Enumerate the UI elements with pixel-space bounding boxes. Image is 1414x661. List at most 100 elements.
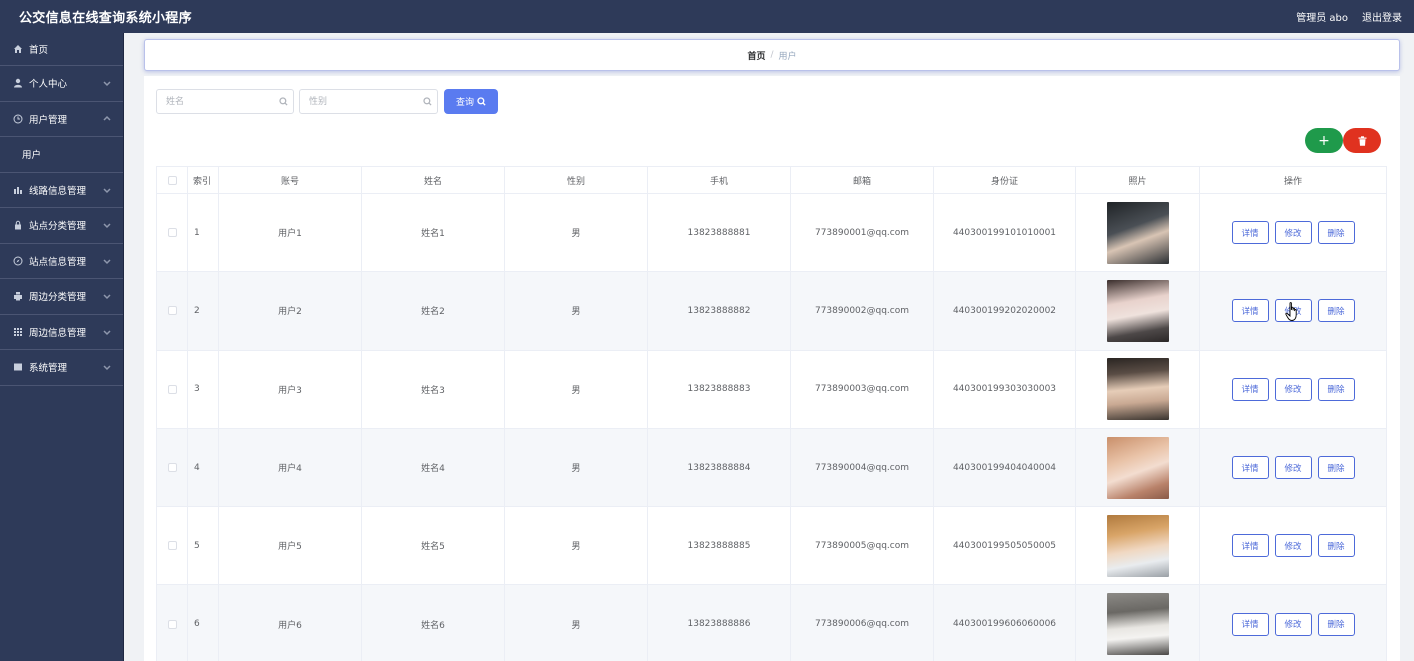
delete-button[interactable]: 删除: [1317, 377, 1355, 401]
detail-button[interactable]: 详情: [1231, 377, 1269, 401]
row-checkbox[interactable]: [167, 306, 177, 316]
breadcrumb-home[interactable]: 首页: [747, 49, 765, 62]
user-table: 索引 账号 姓名 性别 手机 邮箱 身份证 照片 操作 1 用户1 姓名1 男 …: [156, 166, 1387, 661]
cell-id-card: 440300199202020002: [934, 272, 1076, 350]
user-photo[interactable]: [1106, 514, 1169, 577]
user-photo[interactable]: [1106, 201, 1169, 264]
sidebar-item-system-management[interactable]: 系统管理: [0, 350, 123, 386]
sidebar-item-nearby-category[interactable]: 周边分类管理: [0, 279, 123, 315]
trash-icon: [1358, 135, 1367, 146]
query-button[interactable]: 查询: [444, 89, 498, 114]
detail-button[interactable]: 详情: [1231, 612, 1269, 636]
header-right: 管理员 abo 退出登录: [1296, 9, 1402, 24]
chevron-down-icon: [103, 221, 111, 229]
sidebar-item-station-info[interactable]: 站点信息管理: [0, 244, 123, 279]
logout-link[interactable]: 退出登录: [1362, 9, 1402, 24]
detail-button[interactable]: 详情: [1231, 456, 1269, 480]
chart-icon: [12, 184, 24, 196]
delete-button[interactable]: 删除: [1317, 534, 1355, 558]
cell-gender: 男: [505, 585, 648, 661]
cell-email: 773890006@qq.com: [791, 585, 934, 661]
name-search-input[interactable]: [156, 89, 294, 114]
search-icon: [477, 97, 486, 106]
detail-button[interactable]: 详情: [1231, 534, 1269, 558]
cell-id-card: 440300199303030003: [934, 350, 1076, 428]
chevron-down-icon: [103, 292, 111, 300]
row-select-cell[interactable]: [156, 194, 188, 272]
chevron-down-icon: [103, 79, 111, 87]
delete-button[interactable]: 删除: [1317, 299, 1355, 323]
cell-email: 773890003@qq.com: [791, 350, 934, 428]
cell-actions: 详情 修改 删除: [1200, 350, 1387, 428]
detail-button[interactable]: 详情: [1231, 299, 1269, 323]
user-icon: [12, 77, 24, 89]
sidebar-item-station-category[interactable]: 站点分类管理: [0, 208, 123, 244]
header-select-all[interactable]: [156, 167, 188, 193]
row-checkbox[interactable]: [167, 228, 177, 238]
delete-button[interactable]: 删除: [1317, 612, 1355, 636]
edit-button[interactable]: 修改: [1274, 377, 1312, 401]
row-select-cell[interactable]: [156, 428, 188, 507]
row-checkbox[interactable]: [167, 384, 177, 394]
edit-button[interactable]: 修改: [1274, 612, 1312, 636]
cell-phone: 13823888885: [648, 507, 791, 585]
header-actions: 操作: [1200, 167, 1387, 193]
sidebar-item-home[interactable]: 首页: [0, 33, 123, 66]
sidebar-item-label: 周边分类管理: [29, 292, 87, 304]
detail-button[interactable]: 详情: [1231, 221, 1269, 245]
grid-icon: [12, 326, 24, 338]
edit-button[interactable]: 修改: [1274, 456, 1312, 480]
cell-email: 773890005@qq.com: [791, 507, 934, 585]
main-content: 首页 / 用户 查询 + 索引 账号 姓名 性别 手机 邮箱 身份证: [124, 33, 1414, 661]
cell-actions: 详情 修改 删除: [1200, 585, 1387, 661]
table-header: 索引 账号 姓名 性别 手机 邮箱 身份证 照片 操作: [156, 167, 1387, 194]
cell-actions: 详情 修改 删除: [1200, 507, 1387, 585]
breadcrumb-current: 用户: [778, 51, 797, 62]
sidebar-item-label: 个人中心: [29, 79, 68, 91]
header-email: 邮箱: [791, 167, 934, 193]
delete-button[interactable]: 删除: [1317, 456, 1355, 480]
sidebar-item-user-management[interactable]: 用户管理: [0, 102, 123, 137]
cell-photo: [1076, 585, 1200, 661]
add-button[interactable]: +: [1305, 128, 1343, 153]
table-row: 5 用户5 姓名5 男 13823888885 773890005@qq.com…: [156, 507, 1387, 586]
edit-button[interactable]: 修改: [1274, 534, 1312, 558]
row-select-cell[interactable]: [156, 350, 188, 428]
user-photo[interactable]: [1106, 279, 1169, 342]
row-select-cell[interactable]: [156, 507, 188, 585]
select-all-checkbox[interactable]: [167, 175, 177, 185]
header-photo: 照片: [1076, 167, 1200, 193]
sidebar-item-label: 用户: [22, 150, 42, 162]
header-phone: 手机: [648, 167, 791, 193]
edit-button[interactable]: 修改: [1274, 221, 1312, 245]
row-select-cell[interactable]: [156, 272, 188, 350]
row-select-cell[interactable]: [156, 585, 188, 661]
cell-actions: 详情 修改 删除: [1200, 194, 1387, 272]
cell-account: 用户6: [219, 585, 362, 661]
header-id-card: 身份证: [934, 167, 1076, 193]
header-name: 姓名: [362, 167, 505, 193]
batch-delete-button[interactable]: [1343, 128, 1381, 153]
user-photo[interactable]: [1106, 593, 1169, 656]
cell-id-card: 440300199505050005: [934, 507, 1076, 585]
cell-account: 用户1: [219, 194, 362, 272]
header-account: 账号: [219, 167, 362, 193]
row-checkbox[interactable]: [167, 463, 177, 473]
sidebar-item-nearby-info[interactable]: 周边信息管理: [0, 315, 123, 350]
printer-icon: [12, 290, 24, 302]
delete-button[interactable]: 删除: [1317, 221, 1355, 245]
gender-search-input[interactable]: [299, 89, 438, 114]
user-photo[interactable]: [1106, 436, 1169, 499]
user-photo[interactable]: [1106, 358, 1169, 421]
edit-button[interactable]: 修改: [1274, 299, 1312, 323]
sidebar-subitem-users[interactable]: 用户: [0, 137, 123, 173]
row-checkbox[interactable]: [167, 619, 177, 629]
lock-icon: [12, 219, 24, 231]
table-row: 6 用户6 姓名6 男 13823888886 773890006@qq.com…: [156, 585, 1387, 661]
table-row: 4 用户4 姓名4 男 13823888884 773890004@qq.com…: [156, 428, 1387, 508]
chevron-up-icon: [103, 115, 111, 123]
sidebar-item-personal-center[interactable]: 个人中心: [0, 66, 123, 102]
sidebar-item-route-info[interactable]: 线路信息管理: [0, 173, 123, 208]
chevron-down-icon: [103, 328, 111, 336]
row-checkbox[interactable]: [167, 541, 177, 551]
